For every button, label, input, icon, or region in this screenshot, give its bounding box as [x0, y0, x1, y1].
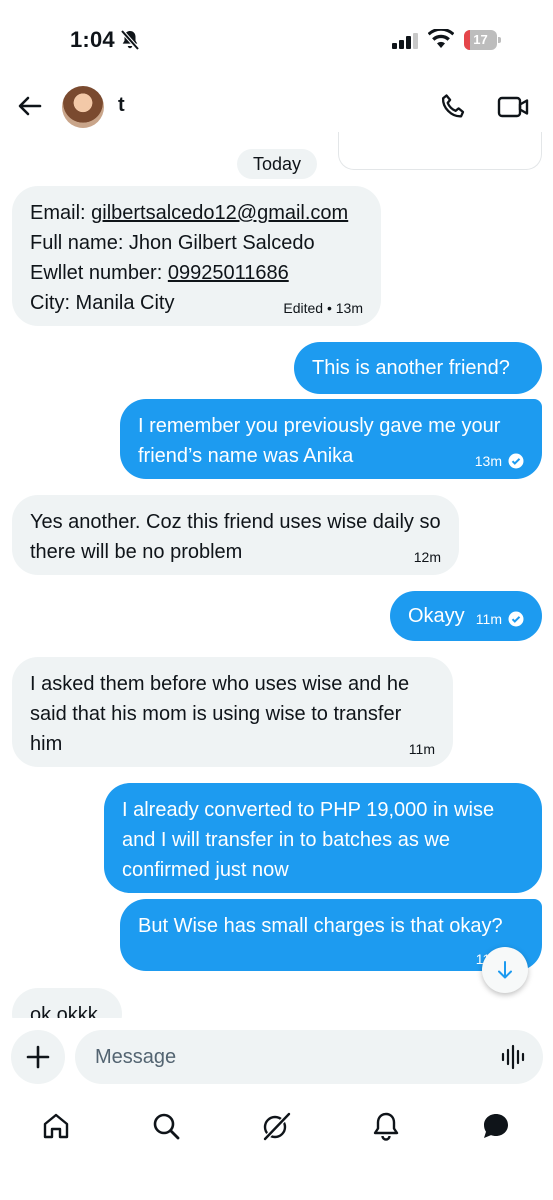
date-separator: Today — [237, 149, 317, 179]
plus-icon — [26, 1045, 50, 1069]
message-timestamp: 11m — [408, 741, 435, 757]
battery-icon: 17 — [464, 30, 501, 50]
message-timestamp: Edited • 13m — [283, 300, 363, 316]
messages-icon[interactable] — [480, 1110, 512, 1142]
message-text: Yes another. Coz this friend uses wise d… — [30, 511, 441, 563]
conversation-header: t — [0, 80, 553, 132]
notifications-icon[interactable] — [370, 1110, 402, 1142]
home-icon[interactable] — [40, 1110, 72, 1142]
bottom-tab-bar — [0, 1100, 553, 1200]
message-incoming[interactable]: I asked them before who uses wise and he… — [12, 657, 453, 767]
message-outgoing[interactable]: Okayy 11m — [390, 591, 542, 641]
message-timestamp: 13m — [475, 453, 524, 469]
message-text: Okayy — [408, 605, 465, 627]
message-incoming[interactable]: Yes another. Coz this friend uses wise d… — [12, 495, 459, 575]
phone-number-link[interactable]: 09925011686 — [168, 262, 289, 284]
phone-icon[interactable] — [438, 92, 468, 122]
silent-bell-icon — [120, 29, 140, 51]
message-incoming[interactable]: ok okkk — [12, 988, 122, 1018]
message-line: Email: gilbertsalcedo12@gmail.com — [30, 202, 349, 224]
message-timestamp: 12m — [413, 549, 441, 565]
contact-name[interactable]: t — [118, 94, 125, 117]
message-timestamp: 11m — [476, 611, 524, 627]
add-attachment-button[interactable] — [11, 1030, 65, 1084]
read-receipt-icon — [508, 611, 524, 627]
arrow-down-icon — [498, 961, 512, 979]
message-outgoing[interactable]: This is another friend? — [294, 342, 542, 394]
cellular-signal-icon — [392, 33, 418, 49]
message-input[interactable] — [95, 1030, 475, 1084]
message-incoming[interactable]: Email: gilbertsalcedo12@gmail.com Full n… — [12, 186, 381, 326]
message-text: I asked them before who uses wise and he… — [30, 673, 410, 755]
message-text: This is another friend? — [312, 357, 510, 379]
message-outgoing[interactable]: I already converted to PHP 19,000 in wis… — [104, 783, 542, 893]
grok-icon[interactable] — [260, 1110, 292, 1142]
message-line: Full name: Jhon Gilbert Salcedo — [30, 232, 315, 254]
message-field[interactable] — [75, 1030, 543, 1084]
wifi-icon — [428, 29, 454, 48]
message-thread[interactable]: Today Email: gilbertsalcedo12@gmail.com … — [0, 132, 553, 1018]
status-time: 1:04 — [70, 27, 115, 52]
message-line: Ewllet number: 09925011686 — [30, 262, 289, 284]
message-text: But Wise has small charges is that okay? — [138, 915, 503, 937]
scroll-to-bottom-button[interactable] — [482, 947, 528, 993]
video-camera-icon[interactable] — [496, 92, 530, 122]
message-text: I already converted to PHP 19,000 in wis… — [122, 799, 495, 881]
message-outgoing[interactable]: But Wise has small charges is that okay?… — [120, 899, 542, 971]
email-link[interactable]: gilbertsalcedo12@gmail.com — [91, 202, 348, 224]
message-text: ok okkk — [30, 1004, 98, 1018]
message-outgoing[interactable]: I remember you previously gave me your f… — [120, 399, 542, 479]
message-composer — [0, 1018, 553, 1100]
voice-waveform-icon[interactable] — [501, 1044, 527, 1070]
read-receipt-icon — [508, 453, 524, 469]
search-icon[interactable] — [150, 1110, 182, 1142]
battery-percent: 17 — [473, 32, 488, 47]
contact-avatar[interactable] — [62, 86, 104, 128]
status-bar: 1:04 17 — [0, 0, 553, 80]
back-arrow-icon[interactable] — [14, 90, 46, 122]
shared-card-remnant — [338, 132, 542, 170]
message-text: I remember you previously gave me your f… — [138, 415, 501, 467]
